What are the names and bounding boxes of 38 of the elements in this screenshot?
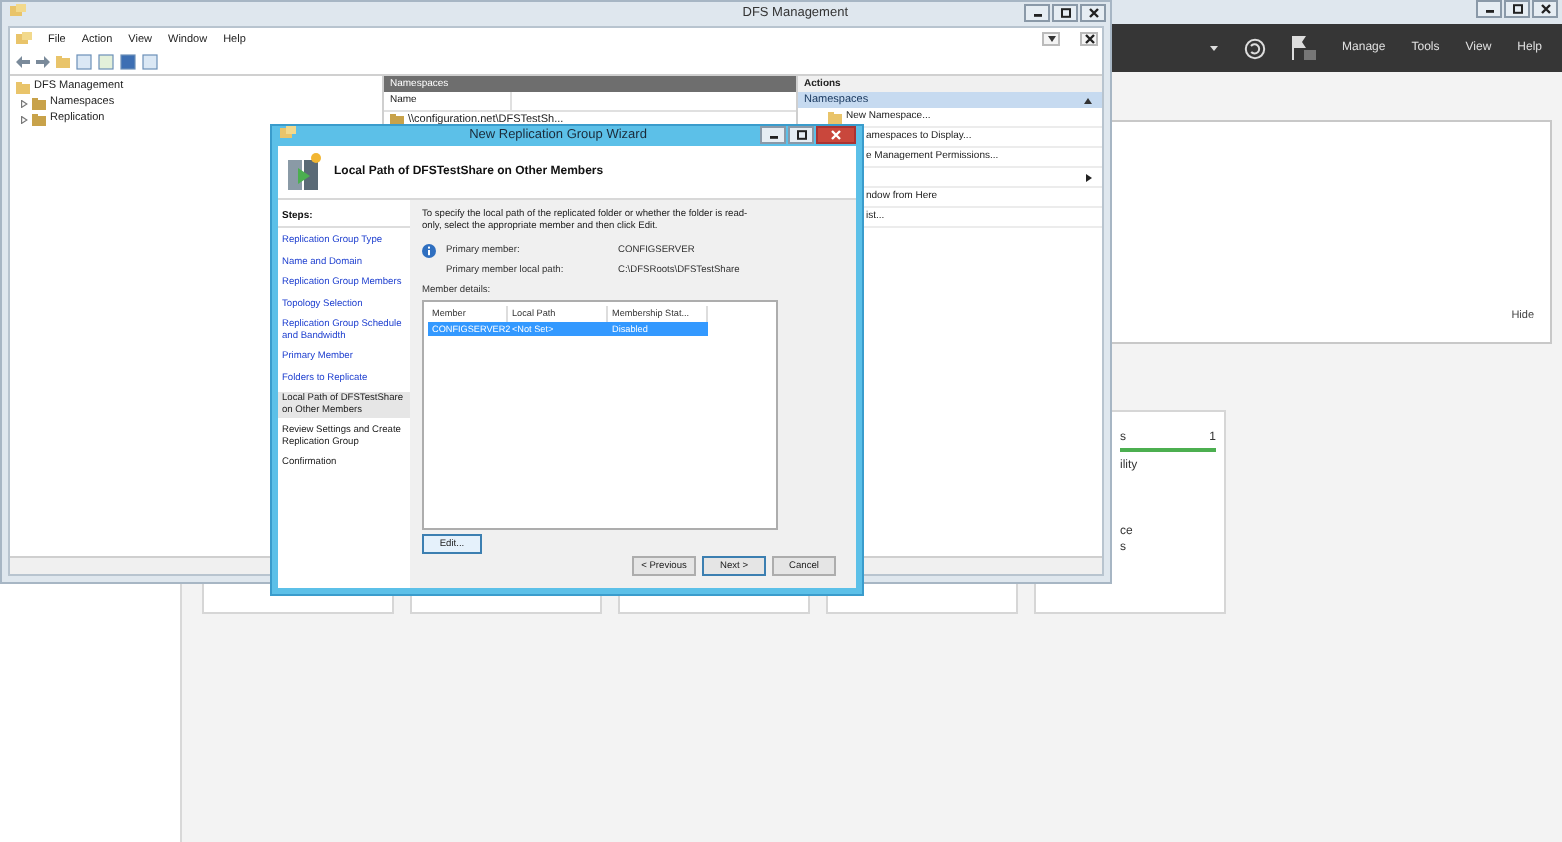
folder-icon <box>16 81 30 93</box>
dropdown-button[interactable] <box>1042 32 1060 46</box>
expand-arrow-icon[interactable] <box>20 115 28 123</box>
maximize-button[interactable] <box>1052 4 1078 22</box>
close-icon <box>1539 4 1551 14</box>
folder-icon <box>32 113 46 125</box>
maximize-button[interactable] <box>788 126 814 144</box>
minimize-button[interactable] <box>1024 4 1050 22</box>
refresh-icon[interactable] <box>1244 37 1267 59</box>
close-button[interactable] <box>1532 0 1558 18</box>
folder-icon <box>828 111 842 123</box>
folder-icon <box>32 97 46 109</box>
close-icon <box>830 130 842 140</box>
back-arrow-icon[interactable] <box>16 56 30 68</box>
caret-icon <box>1047 36 1055 42</box>
expand-arrow-icon[interactable] <box>20 99 28 107</box>
maximize-icon <box>1511 4 1523 14</box>
server-icon <box>286 152 322 192</box>
close-icon <box>1087 8 1099 18</box>
close-button[interactable] <box>1080 32 1098 46</box>
submenu-arrow-icon[interactable] <box>1086 173 1092 181</box>
minimize-icon <box>767 130 779 140</box>
close-icon <box>1083 34 1095 44</box>
close-button[interactable] <box>1080 4 1106 22</box>
info-icon <box>422 244 436 259</box>
flag-icon[interactable] <box>1292 36 1317 60</box>
folder-icon <box>56 56 70 68</box>
close-button[interactable] <box>816 126 856 144</box>
app-icon <box>280 126 296 140</box>
maximize-icon <box>1059 8 1071 18</box>
caret-icon <box>1210 44 1219 52</box>
forward-arrow-icon[interactable] <box>36 56 50 68</box>
minimize-icon <box>1031 8 1043 18</box>
minimize-button[interactable] <box>1476 0 1502 18</box>
maximize-icon <box>795 130 807 140</box>
minimize-icon <box>1483 4 1495 14</box>
minimize-button[interactable] <box>760 126 786 144</box>
maximize-button[interactable] <box>1504 0 1530 18</box>
